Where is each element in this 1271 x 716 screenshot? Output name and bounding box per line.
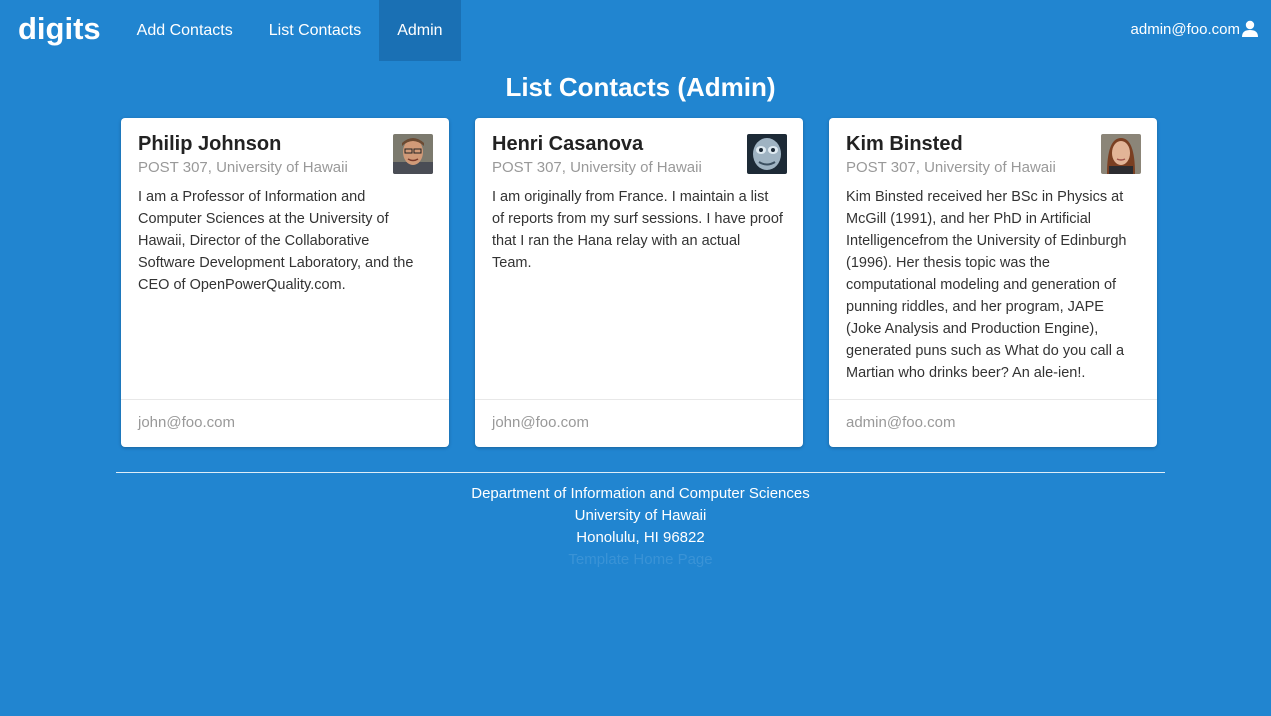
footer-department: Department of Information and Computer S… (471, 485, 810, 502)
contact-owner: admin@foo.com (846, 414, 956, 431)
user-menu[interactable]: admin@foo.com (1131, 0, 1271, 58)
contact-address: POST 307, University of Hawaii (846, 159, 1056, 176)
nav-admin[interactable]: Admin (379, 0, 461, 61)
contact-description: I am originally from France. I maintain … (492, 189, 783, 271)
contact-name: Philip Johnson (138, 133, 282, 155)
contact-card: Henri Casanova POST 307, University of H… (475, 118, 803, 447)
contact-name: Henri Casanova (492, 133, 644, 155)
contact-card: Kim Binsted POST 307, University of Hawa… (829, 118, 1157, 447)
top-navbar: digits Add Contacts List Contacts Admin … (0, 0, 1271, 61)
contact-address: POST 307, University of Hawaii (138, 159, 348, 176)
contact-name: Kim Binsted (846, 133, 963, 155)
avatar (747, 134, 787, 174)
nav-add-contacts[interactable]: Add Contacts (119, 0, 251, 61)
footer: Department of Information and Computer S… (0, 483, 1271, 571)
footer-university: University of Hawaii (574, 507, 707, 524)
contact-description: Kim Binsted received her BSc in Physics … (846, 189, 1127, 381)
avatar (393, 134, 433, 174)
user-email: admin@foo.com (1130, 20, 1240, 38)
footer-address: Honolulu, HI 96822 (576, 529, 705, 546)
contact-card: Philip Johnson POST 307, University of H… (121, 118, 449, 447)
card-content: Henri Casanova POST 307, University of H… (475, 118, 803, 400)
user-icon (1241, 20, 1259, 38)
nav-list-contacts[interactable]: List Contacts (251, 0, 379, 61)
card-content: Kim Binsted POST 307, University of Hawa… (829, 118, 1157, 400)
contact-address: POST 307, University of Hawaii (492, 159, 702, 176)
contact-cards: Philip Johnson POST 307, University of H… (121, 118, 1157, 447)
brand-logo[interactable]: digits (0, 0, 119, 61)
contact-owner: john@foo.com (138, 414, 235, 431)
page-title: List Contacts (Admin) (505, 72, 776, 102)
footer-divider (116, 472, 1165, 473)
template-home-link[interactable]: Template Home Page (0, 549, 1271, 571)
avatar (1101, 134, 1141, 174)
contact-description: I am a Professor of Information and Comp… (138, 189, 414, 293)
contact-owner: john@foo.com (492, 414, 589, 431)
card-content: Philip Johnson POST 307, University of H… (121, 118, 449, 400)
